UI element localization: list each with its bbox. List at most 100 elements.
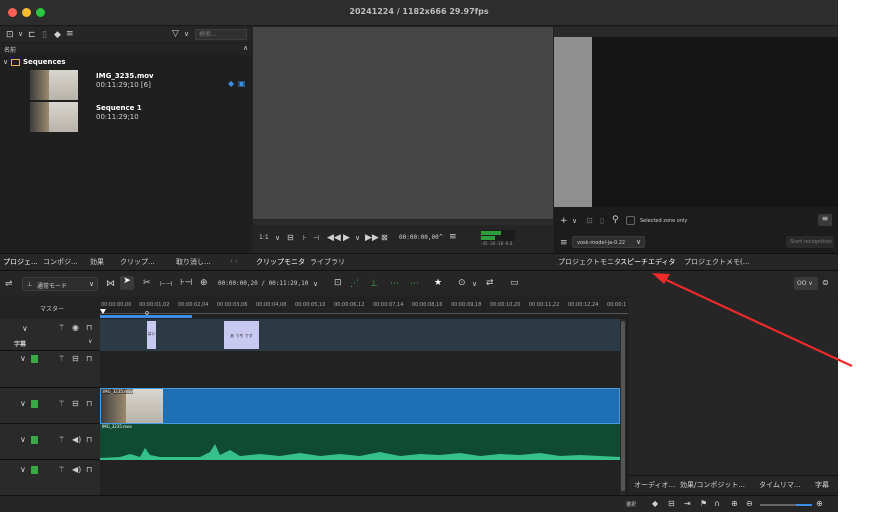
expand-arrow-icon[interactable]: ∨: [3, 58, 8, 66]
set-out-icon[interactable]: ⊣: [313, 233, 319, 243]
video-thumbnail-icon[interactable]: ⊟: [668, 499, 675, 509]
visibility-eye-icon[interactable]: ◉: [72, 323, 79, 332]
tag-icon[interactable]: ◆: [54, 30, 61, 40]
zoom-slider[interactable]: [760, 504, 812, 506]
collapse-track-icon[interactable]: ∨: [20, 465, 26, 474]
razor-tool-icon[interactable]: ✂: [143, 278, 151, 288]
tab-compositions[interactable]: コンポジ...: [43, 257, 78, 267]
add-dropdown-icon[interactable]: ∨: [572, 216, 577, 226]
subtitle-dropdown-icon[interactable]: ∨: [88, 338, 92, 345]
chevron-down-icon[interactable]: ∨: [18, 29, 23, 39]
audio-lane-2[interactable]: [100, 460, 620, 496]
speaker-icon[interactable]: ◀): [72, 435, 81, 444]
lift-icon[interactable]: ⋯: [410, 279, 419, 289]
position-dropdown-icon[interactable]: ∨: [313, 279, 318, 289]
rewind-icon[interactable]: ◀◀: [327, 233, 341, 243]
zone-bar[interactable]: [100, 315, 192, 318]
delete-icon[interactable]: ▯: [42, 30, 47, 40]
audio-thumbnail-icon[interactable]: ⇥: [684, 499, 691, 509]
edit-mode-select[interactable]: ⊥ 通常モード ∨: [22, 277, 98, 291]
folder-row-sequences[interactable]: ∨ Sequences: [0, 57, 252, 68]
lock-icon[interactable]: ⊓: [86, 323, 92, 332]
favorite-icon[interactable]: ★: [434, 278, 442, 288]
track-enable-checkbox[interactable]: [31, 355, 38, 363]
filter-dropdown-icon[interactable]: ∨: [184, 29, 189, 39]
playhead-marker[interactable]: [100, 309, 106, 314]
collapse-track-icon[interactable]: ∨: [20, 435, 26, 444]
clip-monitor-viewport[interactable]: [253, 27, 553, 219]
vertical-scrollbar[interactable]: [620, 319, 626, 496]
fullscreen-icon[interactable]: ⊠: [381, 233, 388, 243]
collapse-track-icon[interactable]: ∨: [20, 399, 26, 408]
tab-undo-history[interactable]: 取り消し...: [176, 257, 211, 267]
play-icon[interactable]: ▶: [343, 233, 350, 243]
record-icon[interactable]: ⊙: [458, 278, 466, 288]
mixer-icon[interactable]: ⇄: [486, 278, 494, 288]
tab-audio-mixer[interactable]: オーディオ...: [634, 480, 675, 490]
timeline-ruler[interactable]: 00:00:00,00 00:00:01,02 00:00:02,04 00:0…: [100, 297, 628, 319]
effects-wand-icon[interactable]: ⚚: [58, 354, 65, 363]
guide-marker[interactable]: [145, 311, 149, 315]
monitor-menu-icon[interactable]: ≡: [449, 232, 457, 242]
track-enable-checkbox[interactable]: [31, 436, 38, 444]
timecode-stepper-icon[interactable]: ⌃: [438, 232, 444, 242]
copy-icon[interactable]: ⊡: [586, 216, 593, 226]
video-lane-2[interactable]: [100, 351, 620, 388]
add-clip-icon[interactable]: ⊡: [6, 30, 14, 40]
filter-icon[interactable]: ▽: [172, 29, 179, 39]
tag-filter-icon[interactable]: ◆: [652, 499, 658, 509]
tab-clip-properties[interactable]: クリップ...: [120, 257, 155, 267]
snap-magnet-icon[interactable]: ∩: [714, 499, 720, 509]
model-select[interactable]: vosk-model-ja-0.22 ∨: [572, 236, 645, 248]
tab-time-remap[interactable]: タイムリマ...: [759, 480, 801, 490]
tab-library[interactable]: ライブラリ: [310, 257, 345, 267]
effects-wand-icon[interactable]: ⚚: [58, 435, 65, 444]
tab-effect-composition[interactable]: 効果/コンポジット...: [680, 480, 745, 490]
track-menu-icon[interactable]: ⇌: [5, 279, 13, 289]
effects-wand-icon[interactable]: ⚚: [58, 323, 65, 332]
ripple-tool-icon[interactable]: ⊕: [200, 278, 208, 288]
speech-settings-icon[interactable]: ≡: [560, 238, 568, 248]
audio-clip[interactable]: IMG_3235.mov: [100, 424, 620, 460]
subtitle-lane[interactable]: はい あ うち です: [100, 319, 620, 351]
overwrite-icon[interactable]: ⊥: [370, 279, 378, 289]
lock-icon[interactable]: ⊓: [86, 435, 92, 444]
insert-icon[interactable]: ⋰: [350, 279, 359, 289]
zoom-in-icon[interactable]: ⊕: [816, 499, 823, 509]
collapse-icon[interactable]: ∧: [243, 44, 248, 52]
speaker-icon[interactable]: ◀): [72, 465, 81, 474]
zoom-dropdown-icon[interactable]: ∨: [275, 233, 280, 243]
track-enable-checkbox[interactable]: [31, 400, 38, 408]
subtitle-clip[interactable]: はい: [147, 321, 156, 349]
tab-scroll-arrows[interactable]: ‹ ›: [230, 257, 238, 265]
effects-wand-icon[interactable]: ⚚: [58, 465, 65, 474]
video-clip[interactable]: IMG_3235.mov: [100, 388, 620, 424]
delete-text-icon[interactable]: ▯: [600, 216, 604, 226]
subtitle-clip[interactable]: あ うち です: [224, 321, 259, 349]
tab-project-monitor[interactable]: プロジェクトモニタ: [558, 257, 621, 267]
play-dropdown-icon[interactable]: ∨: [355, 233, 360, 243]
zoom-label[interactable]: 1:1: [259, 234, 269, 241]
zoom-out-icon[interactable]: ⊖: [746, 499, 753, 509]
timeline-position[interactable]: 00:00:00,20 / 00:11:29,10: [218, 280, 308, 287]
tab-project-notes[interactable]: プロジェクトメモ(...: [684, 257, 749, 267]
menu-icon[interactable]: ≡: [66, 29, 74, 39]
bin-item-sequence[interactable]: Sequence 1 00:11:29;10: [0, 101, 252, 133]
tab-speech-editor[interactable]: スピーチエディタ: [620, 257, 676, 267]
monitor-settings-icon[interactable]: ⊟: [287, 233, 294, 243]
select-tool-icon[interactable]: ➤: [120, 276, 134, 290]
track-enable-checkbox[interactable]: [31, 466, 38, 474]
speech-menu-icon[interactable]: ≡: [818, 214, 832, 226]
selected-zone-checkbox[interactable]: [626, 216, 635, 225]
lock-icon[interactable]: ⊓: [86, 354, 92, 363]
search-icon[interactable]: ⚲: [612, 215, 619, 225]
slip-tool-icon[interactable]: ⊦⊣: [180, 278, 193, 288]
zoom-fit-icon[interactable]: ⊕: [731, 499, 738, 509]
hide-track-icon[interactable]: ⊟: [72, 354, 79, 363]
start-recognition-button[interactable]: Start recognition: [786, 236, 834, 248]
collapse-track-icon[interactable]: ∨: [22, 324, 28, 333]
tab-subtitles[interactable]: 字幕: [815, 480, 829, 490]
tab-project[interactable]: プロジェ...: [3, 257, 38, 267]
set-in-icon[interactable]: ⊦: [303, 233, 307, 243]
marker-icon[interactable]: ⚑: [700, 499, 707, 509]
